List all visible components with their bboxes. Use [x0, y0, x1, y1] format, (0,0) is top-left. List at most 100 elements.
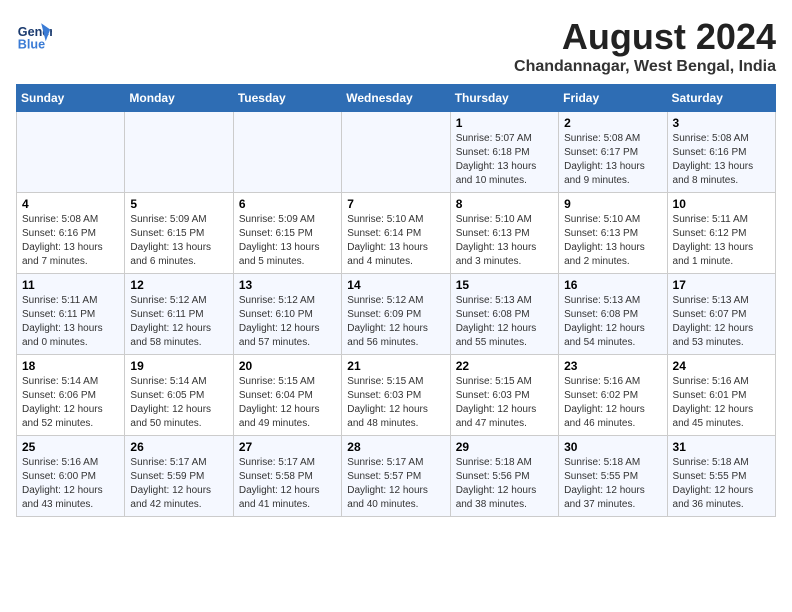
logo: General Blue: [16, 16, 52, 52]
day-info: Sunrise: 5:15 AMSunset: 6:03 PMDaylight:…: [456, 375, 553, 431]
day-info: Sunrise: 5:17 AMSunset: 5:57 PMDaylight:…: [347, 456, 444, 512]
page-header: General Blue August 2024 Chandannagar, W…: [16, 16, 776, 76]
day-number: 28: [347, 440, 444, 454]
day-cell: 21Sunrise: 5:15 AMSunset: 6:03 PMDayligh…: [342, 355, 450, 436]
header-cell-tuesday: Tuesday: [233, 85, 341, 112]
day-cell: 10 Sunrise: 5:11 AMSunset: 6:12 PMDayligh…: [667, 193, 775, 274]
day-info: Sunrise: 5:10 AMSunset: 6:13 PMDaylight:…: [456, 213, 553, 269]
day-number: 27: [239, 440, 336, 454]
day-number: 7: [347, 197, 444, 211]
day-number: 13: [239, 278, 336, 292]
day-info: Sunrise: 5:07 AMSunset: 6:18 PMDaylight:…: [456, 132, 553, 188]
main-title: August 2024: [514, 16, 776, 58]
day-cell: 3 Sunrise: 5:08 AMSunset: 6:16 PMDaylight…: [667, 112, 775, 193]
day-cell: 1 Sunrise: 5:07 AMSunset: 6:18 PMDaylight…: [450, 112, 558, 193]
day-number: 22: [456, 359, 553, 373]
day-info: Sunrise: 5:09 AMSunset: 6:15 PMDaylight:…: [130, 213, 227, 269]
day-number: 1: [456, 116, 553, 130]
day-number: 23: [564, 359, 661, 373]
header-cell-thursday: Thursday: [450, 85, 558, 112]
logo-icon: General Blue: [16, 16, 52, 52]
day-cell: 15Sunrise: 5:13 AMSunset: 6:08 PMDayligh…: [450, 274, 558, 355]
day-info: Sunrise: 5:17 AMSunset: 5:58 PMDaylight:…: [239, 456, 336, 512]
header-cell-sunday: Sunday: [17, 85, 125, 112]
day-info: Sunrise: 5:10 AMSunset: 6:14 PMDaylight:…: [347, 213, 444, 269]
day-cell: 24Sunrise: 5:16 AMSunset: 6:01 PMDayligh…: [667, 355, 775, 436]
day-cell: 6Sunrise: 5:09 AMSunset: 6:15 PMDaylight…: [233, 193, 341, 274]
day-number: 12: [130, 278, 227, 292]
day-number: 3: [673, 116, 770, 130]
header-cell-wednesday: Wednesday: [342, 85, 450, 112]
day-number: 17: [673, 278, 770, 292]
day-cell: 19Sunrise: 5:14 AMSunset: 6:05 PMDayligh…: [125, 355, 233, 436]
week-row-3: 11 Sunrise: 5:11 AMSunset: 6:11 PMDayligh…: [17, 274, 776, 355]
day-cell: 11 Sunrise: 5:11 AMSunset: 6:11 PMDayligh…: [17, 274, 125, 355]
day-number: 21: [347, 359, 444, 373]
day-info: Sunrise: 5:12 AMSunset: 6:09 PMDaylight:…: [347, 294, 444, 350]
day-number: 14: [347, 278, 444, 292]
day-number: 30: [564, 440, 661, 454]
day-cell: [125, 112, 233, 193]
header-row: SundayMondayTuesdayWednesdayThursdayFrid…: [17, 85, 776, 112]
day-info: Sunrise: 5:18 AMSunset: 5:55 PMDaylight:…: [564, 456, 661, 512]
day-info: Sunrise: 5:08 AMSunset: 6:16 PMDaylight:…: [22, 213, 119, 269]
day-cell: 7 Sunrise: 5:10 AMSunset: 6:14 PMDaylight…: [342, 193, 450, 274]
week-row-5: 25 Sunrise: 5:16 AMSunset: 6:00 PMDayligh…: [17, 436, 776, 517]
day-cell: 14 Sunrise: 5:12 AMSunset: 6:09 PMDayligh…: [342, 274, 450, 355]
day-number: 5: [130, 197, 227, 211]
day-cell: 30 Sunrise: 5:18 AMSunset: 5:55 PMDayligh…: [559, 436, 667, 517]
day-cell: 17 Sunrise: 5:13 AMSunset: 6:07 PMDayligh…: [667, 274, 775, 355]
day-number: 25: [22, 440, 119, 454]
calendar-body: 1 Sunrise: 5:07 AMSunset: 6:18 PMDaylight…: [17, 112, 776, 517]
day-cell: 29Sunrise: 5:18 AMSunset: 5:56 PMDayligh…: [450, 436, 558, 517]
day-number: 4: [22, 197, 119, 211]
day-info: Sunrise: 5:11 AMSunset: 6:11 PMDaylight:…: [22, 294, 119, 350]
day-info: Sunrise: 5:13 AMSunset: 6:08 PMDaylight:…: [564, 294, 661, 350]
day-cell: 12Sunrise: 5:12 AMSunset: 6:11 PMDayligh…: [125, 274, 233, 355]
day-cell: 8Sunrise: 5:10 AMSunset: 6:13 PMDaylight…: [450, 193, 558, 274]
day-number: 9: [564, 197, 661, 211]
day-cell: 2 Sunrise: 5:08 AMSunset: 6:17 PMDaylight…: [559, 112, 667, 193]
day-cell: 27 Sunrise: 5:17 AMSunset: 5:58 PMDayligh…: [233, 436, 341, 517]
day-info: Sunrise: 5:18 AMSunset: 5:55 PMDaylight:…: [673, 456, 770, 512]
header-cell-monday: Monday: [125, 85, 233, 112]
day-cell: 28 Sunrise: 5:17 AMSunset: 5:57 PMDayligh…: [342, 436, 450, 517]
day-cell: 18Sunrise: 5:14 AMSunset: 6:06 PMDayligh…: [17, 355, 125, 436]
day-info: Sunrise: 5:13 AMSunset: 6:07 PMDaylight:…: [673, 294, 770, 350]
week-row-2: 4 Sunrise: 5:08 AMSunset: 6:16 PMDaylight…: [17, 193, 776, 274]
day-info: Sunrise: 5:11 AMSunset: 6:12 PMDaylight:…: [673, 213, 770, 269]
calendar-table: SundayMondayTuesdayWednesdayThursdayFrid…: [16, 84, 776, 517]
day-info: Sunrise: 5:08 AMSunset: 6:17 PMDaylight:…: [564, 132, 661, 188]
svg-text:Blue: Blue: [18, 37, 45, 51]
day-info: Sunrise: 5:16 AMSunset: 6:02 PMDaylight:…: [564, 375, 661, 431]
week-row-4: 18Sunrise: 5:14 AMSunset: 6:06 PMDayligh…: [17, 355, 776, 436]
day-number: 11: [22, 278, 119, 292]
day-info: Sunrise: 5:15 AMSunset: 6:04 PMDaylight:…: [239, 375, 336, 431]
day-number: 26: [130, 440, 227, 454]
day-cell: 22 Sunrise: 5:15 AMSunset: 6:03 PMDayligh…: [450, 355, 558, 436]
day-info: Sunrise: 5:10 AMSunset: 6:13 PMDaylight:…: [564, 213, 661, 269]
header-cell-friday: Friday: [559, 85, 667, 112]
day-cell: [233, 112, 341, 193]
day-cell: 23 Sunrise: 5:16 AMSunset: 6:02 PMDayligh…: [559, 355, 667, 436]
day-number: 24: [673, 359, 770, 373]
day-info: Sunrise: 5:08 AMSunset: 6:16 PMDaylight:…: [673, 132, 770, 188]
day-info: Sunrise: 5:16 AMSunset: 6:00 PMDaylight:…: [22, 456, 119, 512]
day-cell: 26Sunrise: 5:17 AMSunset: 5:59 PMDayligh…: [125, 436, 233, 517]
day-cell: [17, 112, 125, 193]
day-cell: 9 Sunrise: 5:10 AMSunset: 6:13 PMDaylight…: [559, 193, 667, 274]
calendar-header: SundayMondayTuesdayWednesdayThursdayFrid…: [17, 85, 776, 112]
day-cell: 20Sunrise: 5:15 AMSunset: 6:04 PMDayligh…: [233, 355, 341, 436]
day-info: Sunrise: 5:18 AMSunset: 5:56 PMDaylight:…: [456, 456, 553, 512]
week-row-1: 1 Sunrise: 5:07 AMSunset: 6:18 PMDaylight…: [17, 112, 776, 193]
day-number: 10: [673, 197, 770, 211]
day-cell: [342, 112, 450, 193]
day-number: 6: [239, 197, 336, 211]
day-cell: 13 Sunrise: 5:12 AMSunset: 6:10 PMDayligh…: [233, 274, 341, 355]
day-info: Sunrise: 5:12 AMSunset: 6:10 PMDaylight:…: [239, 294, 336, 350]
title-block: August 2024 Chandannagar, West Bengal, I…: [514, 16, 776, 76]
day-number: 2: [564, 116, 661, 130]
day-cell: 5 Sunrise: 5:09 AMSunset: 6:15 PMDaylight…: [125, 193, 233, 274]
day-number: 16: [564, 278, 661, 292]
day-cell: 16 Sunrise: 5:13 AMSunset: 6:08 PMDayligh…: [559, 274, 667, 355]
